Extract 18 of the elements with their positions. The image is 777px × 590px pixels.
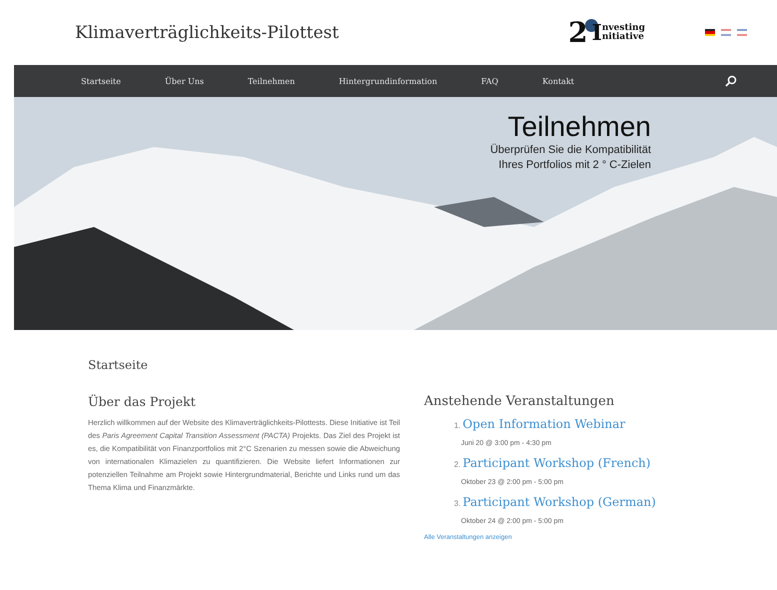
language-flag-icon[interactable] [705,29,715,36]
hero-subtitle: Ihres Portfolios mit 2 ° C-Zielen [498,158,651,173]
nav-link[interactable]: FAQ [481,76,498,86]
page-heading: Startseite [88,358,149,372]
section-heading: Anstehende Veranstaltungen [424,394,616,409]
list-number: 2. [454,460,461,469]
hero-subtitle: Überprüfen Sie die Kompatibilität [490,143,651,158]
hero-title: Teilnehmen [506,111,651,144]
section-heading: Über das Projekt [88,394,197,409]
nav-link[interactable]: Teilnehmen [248,76,295,86]
search-icon[interactable] [725,75,737,87]
nav-link[interactable]: Über Uns [164,76,204,86]
nav-link[interactable]: Hintergrundinformation [338,76,438,86]
nav-link[interactable]: Kontakt [542,76,574,86]
nav-link[interactable]: Startseite [81,76,121,86]
list-number: 1. [454,421,461,430]
site-title[interactable]: Klimaverträglichkeits-Pilottest [75,22,568,42]
list-number: 3. [454,499,461,508]
